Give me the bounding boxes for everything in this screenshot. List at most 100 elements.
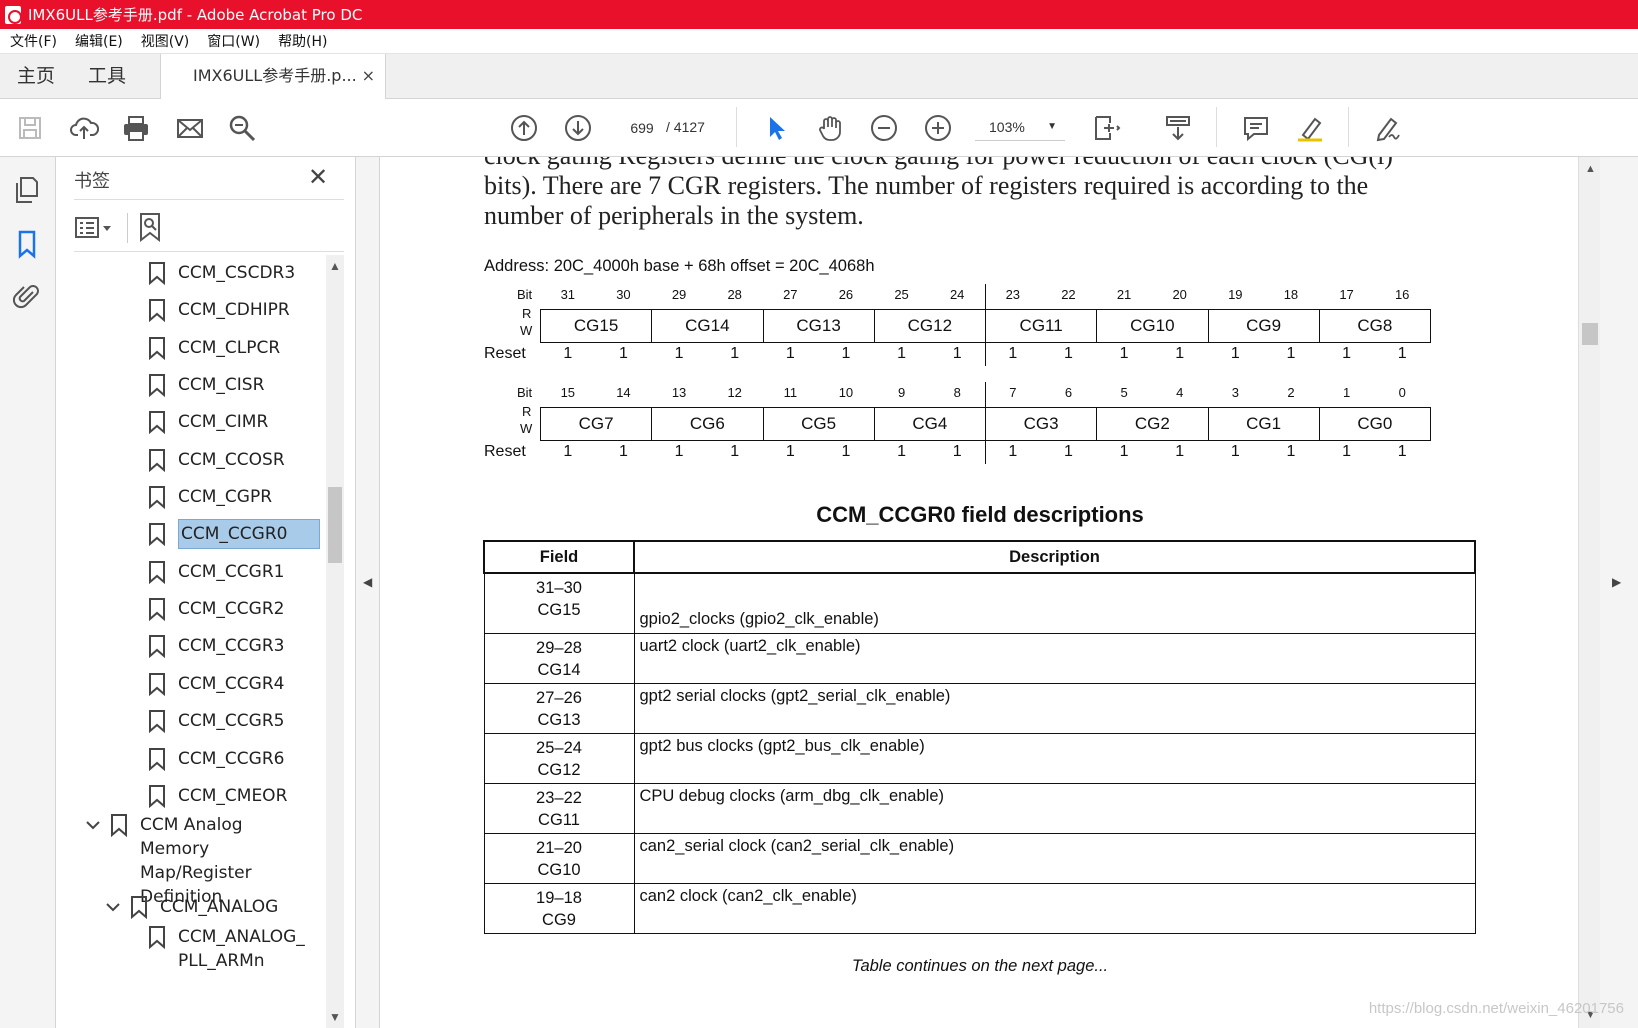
- bit-number: 30: [616, 287, 631, 302]
- reset-value: 1: [730, 345, 740, 362]
- menu-view[interactable]: 视图(V): [141, 31, 190, 51]
- register-field: CG9: [1207, 309, 1320, 343]
- tab-document[interactable]: IMX6ULL参考手册.p... ×: [160, 54, 386, 99]
- reset-value: 1: [1175, 443, 1185, 460]
- bookmark-scrollbar[interactable]: ▲ ▼: [326, 255, 344, 1028]
- select-cursor-icon[interactable]: [760, 112, 792, 144]
- bookmark-item[interactable]: CCM_CCOSR: [148, 444, 285, 476]
- sign-icon[interactable]: [1372, 112, 1404, 144]
- menu-bar: 文件(F) 编辑(E) 视图(V) 窗口(W) 帮助(H): [0, 29, 1638, 54]
- read-label: R: [522, 306, 532, 321]
- tab-home[interactable]: 主页: [17, 54, 55, 98]
- bit-number: 22: [1061, 287, 1076, 302]
- bookmark-item[interactable]: CCM_CIMR: [148, 406, 268, 438]
- table-row: 21–20 CG10 can2_serial clock (can2_serial…: [483, 832, 1476, 884]
- tab-close-icon[interactable]: ×: [362, 54, 375, 98]
- chevron-down-icon[interactable]: [106, 900, 120, 914]
- scrollbar-thumb[interactable]: [328, 487, 342, 563]
- previous-page-icon[interactable]: [508, 112, 540, 144]
- document-view: clock gating Registers define the clock …: [380, 157, 1578, 1028]
- bit-number: 28: [727, 287, 742, 302]
- zoom-out-icon[interactable]: [868, 112, 900, 144]
- bookmark-list: CCM_CSCDR3 CCM_CDHIPR CCM_CLPCR CCM_CISR…: [56, 255, 334, 1028]
- description-cell: CPU debug clocks (arm_dbg_clk_enable): [633, 782, 1476, 834]
- table-row: 31–30 CG15 gpio2_clocks (gpio2_clk_enable…: [483, 572, 1476, 634]
- bookmark-icon: [149, 673, 165, 696]
- bit-number: 1: [1342, 385, 1351, 400]
- bookmark-panel-icon[interactable]: [12, 229, 42, 259]
- bookmark-options-icon[interactable]: [74, 213, 116, 243]
- comment-icon[interactable]: [1240, 112, 1272, 144]
- bookmark-item[interactable]: CCM_ANALOG: [106, 891, 278, 923]
- bit-number: 23: [1005, 287, 1021, 302]
- menu-window[interactable]: 窗口(W): [207, 31, 260, 51]
- field-cell: 27–26 CG13: [483, 682, 635, 734]
- attachment-icon[interactable]: [12, 281, 42, 311]
- find-bookmark-icon[interactable]: [136, 211, 166, 243]
- page-display-icon[interactable]: [1090, 112, 1122, 144]
- document-scrollbar[interactable]: ▲ ▼: [1578, 157, 1600, 1028]
- register-divider: [985, 382, 986, 464]
- print-icon[interactable]: [120, 112, 152, 144]
- bookmark-icon: [149, 748, 165, 771]
- bit-number: 24: [949, 287, 965, 302]
- bookmark-item[interactable]: CCM_ANALOG_PLL_ARMn: [148, 925, 328, 973]
- bit-number: 20: [1172, 287, 1187, 302]
- chevron-down-icon[interactable]: [86, 818, 100, 832]
- search-icon[interactable]: [226, 112, 258, 144]
- menu-file[interactable]: 文件(F): [10, 31, 57, 51]
- next-page-icon[interactable]: [562, 112, 594, 144]
- reset-value: 1: [897, 345, 907, 362]
- bookmark-item-selected[interactable]: CCM_CCGR0: [148, 515, 320, 553]
- scrollbar-thumb[interactable]: [1582, 323, 1598, 345]
- scroll-up-icon[interactable]: ▲: [1585, 163, 1596, 175]
- bit-number: 31: [560, 287, 576, 302]
- bookmark-item[interactable]: CCM_CDHIPR: [148, 294, 290, 326]
- table-row: 29–28 CG14 uart2 clock (uart2_clk_enable): [483, 632, 1476, 684]
- save-icon[interactable]: [14, 112, 46, 144]
- read-mode-icon[interactable]: [1162, 112, 1194, 144]
- field-cell: 21–20 CG10: [483, 832, 635, 884]
- reset-value: 1: [897, 443, 907, 460]
- toolbar-divider: [1348, 107, 1349, 147]
- bookmark-item[interactable]: CCM_CCGR2: [148, 593, 284, 625]
- zoom-level-select[interactable]: 103% ▼: [975, 113, 1065, 141]
- bookmark-item[interactable]: CCM_CISR: [148, 369, 264, 401]
- bookmark-item[interactable]: CCM_CGPR: [148, 481, 272, 513]
- register-field: CG11: [985, 309, 1098, 343]
- scroll-up-icon[interactable]: ▲: [329, 259, 341, 273]
- bit-number: 25: [894, 287, 909, 302]
- bookmark-item[interactable]: CCM_CSCDR3: [148, 257, 295, 289]
- chevron-right-icon[interactable]: ▶: [1612, 575, 1621, 589]
- page-thumbnails-icon[interactable]: [12, 175, 42, 205]
- menu-edit[interactable]: 编辑(E): [75, 31, 123, 51]
- right-pane-handle[interactable]: ▶: [1600, 157, 1638, 1028]
- bookmark-item[interactable]: CCM_CLPCR: [148, 332, 280, 364]
- register-field: CG12: [873, 309, 986, 343]
- zoom-in-icon[interactable]: [922, 112, 954, 144]
- menu-help[interactable]: 帮助(H): [278, 31, 327, 51]
- bookmark-item[interactable]: CCM_CCGR3: [148, 630, 284, 662]
- bookmark-item[interactable]: CCM_CCGR6: [148, 743, 284, 775]
- close-icon[interactable]: ✕: [308, 163, 328, 192]
- table-row: 25–24 CG12 gpt2 bus clocks (gpt2_bus_clk_…: [483, 732, 1476, 784]
- bit-number: 15: [560, 385, 576, 400]
- panel-collapse-handle[interactable]: ◀: [356, 157, 380, 1028]
- bookmark-item[interactable]: CCM_CMEOR: [148, 780, 287, 812]
- hand-tool-icon[interactable]: [814, 112, 846, 144]
- watermark: https://blog.csdn.net/weixin_46201756: [1368, 1000, 1624, 1017]
- chevron-left-icon[interactable]: ◀: [363, 575, 372, 589]
- reset-value: 1: [841, 345, 851, 362]
- highlight-pen-icon[interactable]: [1294, 112, 1326, 144]
- email-icon[interactable]: [174, 112, 206, 144]
- bookmark-item[interactable]: CCM_CCGR4: [148, 668, 284, 700]
- description-cell: gpt2 serial clocks (gpt2_serial_clk_enab…: [633, 682, 1476, 734]
- field-cell: 25–24 CG12: [483, 732, 635, 784]
- scroll-down-icon[interactable]: ▼: [329, 1010, 341, 1024]
- page-number-input[interactable]: 699: [618, 113, 666, 141]
- tab-tools[interactable]: 工具: [88, 54, 126, 98]
- cloud-upload-icon[interactable]: [68, 112, 100, 144]
- bit-number: 26: [838, 287, 854, 302]
- bookmark-item[interactable]: CCM_CCGR5: [148, 705, 284, 737]
- bookmark-item[interactable]: CCM_CCGR1: [148, 556, 284, 588]
